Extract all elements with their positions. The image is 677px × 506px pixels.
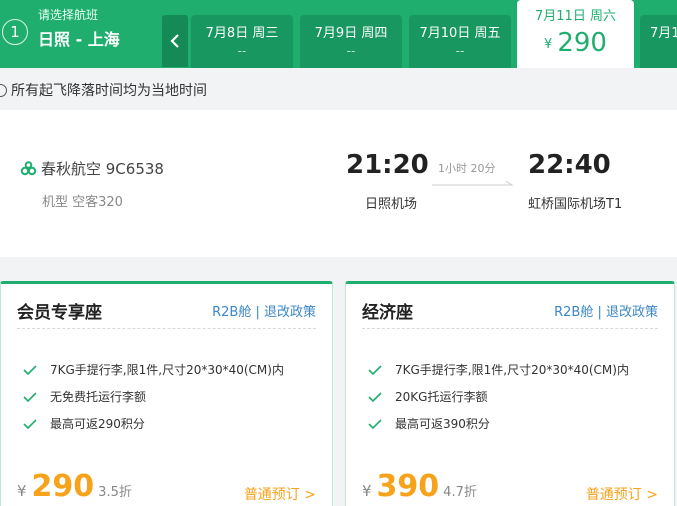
check-icon <box>23 364 37 375</box>
date-price: ¥290 <box>517 28 634 58</box>
refund-policy-link[interactable]: R2B舱 | 退改政策 <box>554 301 658 320</box>
date-tab-0709[interactable]: 7月9日 周四 -- <box>300 15 402 68</box>
check-icon <box>368 364 382 375</box>
fare-features: 7KG手提行李,限1件,尺寸20*30*40(CM)内 20KG托运行李额 最高… <box>368 356 629 437</box>
header-hint: 请选择航班 <box>38 8 99 22</box>
feature-item: 最高可返390积分 <box>368 410 629 437</box>
arrival-airport: 虹桥国际机场T1 <box>528 197 623 212</box>
step-number: 1 <box>2 19 28 45</box>
currency-symbol: ¥ <box>17 482 27 500</box>
feature-text: 最高可返390积分 <box>395 417 490 431</box>
feature-item: 最高可返290积分 <box>23 410 284 437</box>
date-price: -- <box>455 44 465 58</box>
feature-item: 7KG手提行李,限1件,尺寸20*30*40(CM)内 <box>368 356 629 383</box>
date-tab-0710[interactable]: 7月10日 周五 -- <box>409 15 511 68</box>
date-tab-next[interactable]: 7月1 <box>640 15 677 68</box>
fare-features: 7KG手提行李,限1件,尺寸20*30*40(CM)内 无免费托运行李额 最高可… <box>23 356 284 437</box>
fare-price: ¥ 290 3.5折 <box>17 469 132 504</box>
flight-card: 春秋航空 9C6538 机型 空客320 21:20 日照机场 1小时 20分 … <box>0 110 677 257</box>
check-icon <box>23 391 37 402</box>
check-icon <box>368 391 382 402</box>
feature-text: 7KG手提行李,限1件,尺寸20*30*40(CM)内 <box>395 363 629 377</box>
date-label: 7月9日 周四 <box>314 26 388 41</box>
departure-time: 21:20 <box>346 150 429 180</box>
feature-text: 最高可返290积分 <box>50 417 145 431</box>
feature-text: 20KG托运行李额 <box>395 390 488 404</box>
refund-policy-link[interactable]: R2B舱 | 退改政策 <box>212 301 316 320</box>
date-price: -- <box>346 44 356 58</box>
currency-symbol: ¥ <box>362 482 372 500</box>
date-tab-0708[interactable]: 7月8日 周三 -- <box>191 15 293 68</box>
arrival-time: 22:40 <box>528 150 611 180</box>
discount-label: 3.5折 <box>98 485 132 500</box>
airline-info: 春秋航空 9C6538 <box>20 158 164 179</box>
feature-item: 无免费托运行李额 <box>23 383 284 410</box>
duration-arrow-icon <box>432 181 514 186</box>
airline-logo-icon <box>20 160 37 175</box>
book-button[interactable]: 普通预订 > <box>244 484 316 504</box>
discount-label: 4.7折 <box>443 485 477 500</box>
feature-text: 无免费托运行李额 <box>50 390 147 404</box>
fare-card-member: 会员专享座 R2B舱 | 退改政策 7KG手提行李,限1件,尺寸20*30*40… <box>0 281 333 506</box>
currency-symbol: ¥ <box>544 37 553 52</box>
check-icon <box>368 418 382 429</box>
airline-name: 春秋航空 9C6538 <box>41 160 164 178</box>
fare-card-economy: 经济座 R2B舱 | 退改政策 7KG手提行李,限1件,尺寸20*30*40(C… <box>345 281 675 506</box>
price-amount: 390 <box>376 469 440 504</box>
feature-text: 7KG手提行李,限1件,尺寸20*30*40(CM)内 <box>50 363 284 377</box>
date-label: 7月11日 周六 <box>535 9 616 24</box>
notice-text: 所有起飞降落时间均为当地时间 <box>11 83 207 99</box>
date-label: 7月10日 周五 <box>419 26 501 41</box>
aircraft-type: 机型 空客320 <box>42 195 123 210</box>
fare-title: 会员专享座 <box>17 303 102 323</box>
divider <box>362 328 658 329</box>
info-icon <box>0 83 7 97</box>
price-value: 290 <box>557 28 607 58</box>
chevron-left-icon <box>170 34 179 48</box>
date-label: 7月8日 周三 <box>205 26 279 41</box>
book-button[interactable]: 普通预订 > <box>586 484 658 504</box>
prev-date-button[interactable] <box>162 15 188 67</box>
fare-title: 经济座 <box>362 303 413 323</box>
check-icon <box>23 418 37 429</box>
date-price: -- <box>237 44 247 58</box>
time-notice: 所有起飞降落时间均为当地时间 <box>0 80 207 100</box>
date-tab-0711-selected[interactable]: 7月11日 周六 ¥290 <box>517 0 634 68</box>
feature-item: 20KG托运行李额 <box>368 383 629 410</box>
divider <box>17 328 316 329</box>
date-label: 7月1 <box>650 26 677 41</box>
fare-price: ¥ 390 4.7折 <box>362 469 477 504</box>
departure-airport: 日照机场 <box>365 197 418 212</box>
price-amount: 290 <box>31 469 95 504</box>
header-bar: 1 请选择航班 日照 - 上海 7月8日 周三 -- 7月9日 周四 -- 7月… <box>0 0 677 68</box>
feature-item: 7KG手提行李,限1件,尺寸20*30*40(CM)内 <box>23 356 284 383</box>
flight-duration: 1小时 20分 <box>438 162 496 175</box>
route-title: 日照 - 上海 <box>38 30 120 49</box>
